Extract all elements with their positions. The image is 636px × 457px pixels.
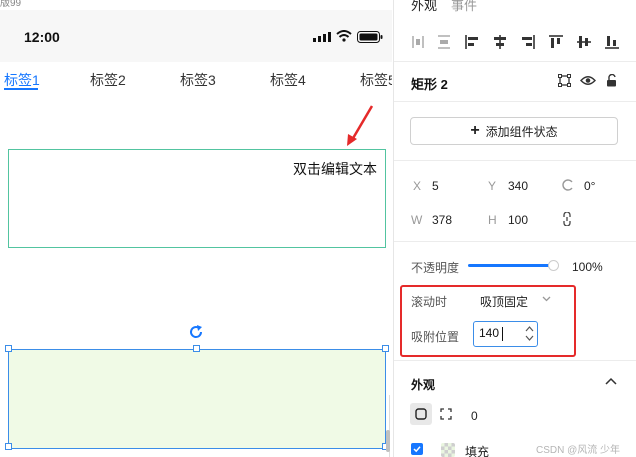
x-label: X bbox=[413, 179, 422, 193]
active-tab-underline bbox=[4, 88, 38, 90]
design-canvas[interactable]: 版99 12:00 标签1 标签2 标签3 标签4 标签5 双击编辑文本 bbox=[0, 0, 392, 457]
w-field[interactable]: 378 bbox=[432, 213, 452, 227]
unlock-icon[interactable] bbox=[606, 74, 618, 87]
divider bbox=[394, 241, 636, 242]
align-left-icon[interactable] bbox=[464, 34, 480, 50]
opacity-slider-track[interactable] bbox=[468, 264, 552, 267]
tab-3[interactable]: 标签3 bbox=[180, 70, 216, 90]
fill-label: 填充 bbox=[465, 445, 490, 457]
distribute-horizontal-icon[interactable] bbox=[411, 34, 425, 50]
divider bbox=[394, 360, 636, 361]
fill-color-swatch[interactable] bbox=[441, 443, 455, 457]
rotate-handle-icon[interactable] bbox=[188, 324, 204, 340]
divider bbox=[394, 61, 636, 62]
signal-icon bbox=[313, 32, 331, 42]
phone-status-bar: 12:00 bbox=[0, 10, 392, 62]
link-ratio-icon[interactable] bbox=[562, 212, 572, 226]
add-component-state-button[interactable]: + 添加组件状态 bbox=[410, 117, 618, 145]
scroll-behavior-select[interactable]: 吸顶固定 bbox=[480, 293, 528, 310]
align-middle-vertical-icon[interactable] bbox=[576, 34, 592, 50]
opacity-label: 不透明度 bbox=[411, 261, 460, 275]
resize-handle-left[interactable] bbox=[5, 443, 12, 450]
tab-1[interactable]: 标签1 bbox=[4, 70, 40, 90]
alignment-toolbar bbox=[394, 30, 636, 58]
tab-bar: 标签1 标签2 标签3 标签4 标签5 bbox=[0, 62, 392, 96]
fill-checkbox[interactable] bbox=[411, 443, 423, 455]
check-icon bbox=[413, 446, 421, 453]
tab-5[interactable]: 标签5 bbox=[360, 70, 392, 90]
rounded-square-icon bbox=[415, 408, 427, 420]
align-top-icon[interactable] bbox=[548, 34, 564, 50]
eye-icon[interactable] bbox=[580, 74, 596, 87]
properties-panel: 外观 事件 矩形 2 + 添加组件状态 X 5 Y 340 0° W 378 H… bbox=[393, 0, 636, 457]
top-cut-text: 版99 bbox=[0, 0, 22, 9]
layer-name[interactable]: 矩形 2 bbox=[411, 74, 448, 93]
y-label: Y bbox=[488, 179, 497, 193]
opacity-slider-thumb[interactable] bbox=[548, 260, 559, 271]
wifi-icon bbox=[336, 30, 352, 42]
tab-events[interactable]: 事件 bbox=[451, 0, 477, 14]
h-label: H bbox=[488, 213, 497, 227]
sticky-position-input[interactable]: 140 bbox=[473, 321, 538, 347]
text-caret bbox=[502, 327, 503, 341]
tab-4[interactable]: 标签4 bbox=[270, 70, 306, 90]
annotation-arrow-icon bbox=[347, 105, 374, 146]
add-state-label: 添加组件状态 bbox=[485, 124, 558, 139]
align-bottom-icon[interactable] bbox=[604, 34, 620, 50]
status-time: 12:00 bbox=[24, 29, 60, 45]
tab-2[interactable]: 标签2 bbox=[90, 70, 126, 90]
distribute-vertical-icon[interactable] bbox=[436, 34, 452, 50]
h-field[interactable]: 100 bbox=[508, 213, 528, 227]
frame-select-icon[interactable] bbox=[558, 74, 571, 87]
y-field[interactable]: 340 bbox=[508, 179, 528, 193]
scroll-behavior-label: 滚动时 bbox=[411, 295, 448, 309]
resize-handle-top-left[interactable] bbox=[5, 345, 12, 352]
opacity-value[interactable]: 100% bbox=[572, 260, 603, 274]
text-component[interactable]: 双击编辑文本 bbox=[8, 149, 386, 248]
sticky-position-value: 140 bbox=[479, 326, 500, 340]
appearance-section-title: 外观 bbox=[411, 378, 436, 392]
text-component-label: 双击编辑文本 bbox=[293, 161, 377, 177]
rotation-field[interactable]: 0° bbox=[584, 179, 595, 193]
number-stepper-icon[interactable] bbox=[525, 324, 534, 343]
resize-handle-top[interactable] bbox=[193, 345, 200, 352]
corner-radius-uniform-button[interactable] bbox=[410, 403, 432, 425]
x-field[interactable]: 5 bbox=[432, 179, 439, 193]
canvas-scrollbar[interactable] bbox=[386, 430, 390, 452]
battery-icon bbox=[357, 31, 383, 43]
corner-radius-separate-icon[interactable] bbox=[440, 408, 452, 420]
align-right-icon[interactable] bbox=[520, 34, 536, 50]
align-center-horizontal-icon[interactable] bbox=[492, 34, 508, 50]
rotation-icon bbox=[562, 179, 573, 191]
resize-handle-top-right[interactable] bbox=[382, 345, 389, 352]
selected-rectangle[interactable] bbox=[8, 349, 386, 449]
divider bbox=[394, 101, 636, 102]
divider bbox=[394, 160, 636, 161]
corner-radius-value[interactable]: 0 bbox=[471, 409, 478, 423]
chevron-up-icon[interactable] bbox=[605, 377, 617, 385]
chevron-down-icon[interactable] bbox=[542, 296, 551, 302]
watermark: CSDN @风流 少年 bbox=[536, 445, 621, 456]
plus-icon: + bbox=[470, 122, 480, 139]
sticky-position-label: 吸附位置 bbox=[411, 330, 460, 344]
w-label: W bbox=[411, 213, 423, 227]
tab-appearance[interactable]: 外观 bbox=[411, 0, 437, 14]
